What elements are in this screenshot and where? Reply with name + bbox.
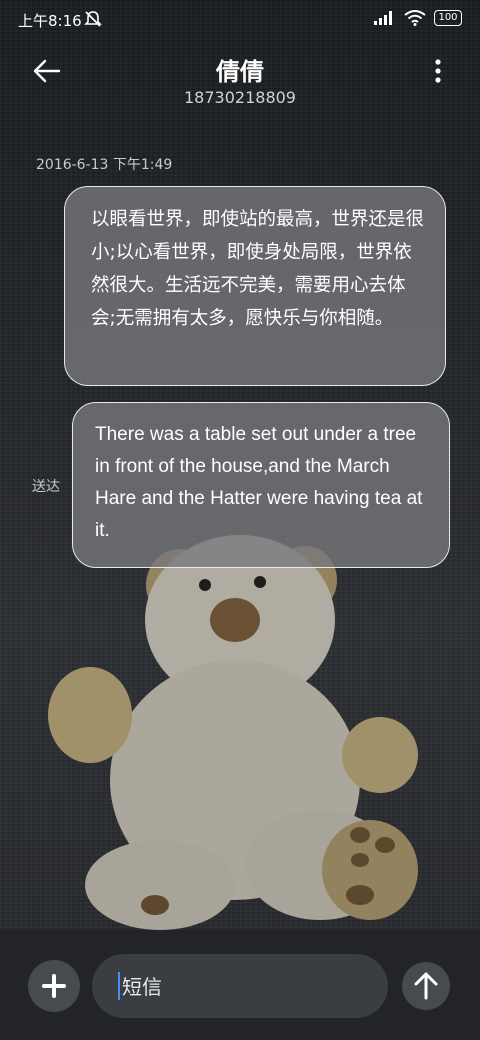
more-options-icon[interactable]	[432, 58, 444, 84]
signal-icon	[374, 11, 392, 25]
send-button[interactable]	[402, 962, 450, 1010]
message-bubble[interactable]: There was a table set out under a tree i…	[72, 402, 450, 568]
battery-icon: 100	[434, 10, 462, 26]
delivery-status: 送达	[32, 479, 60, 495]
compose-bar	[0, 930, 480, 1040]
contact-name: 倩倩	[216, 58, 264, 86]
conversation-header: 倩倩 18730218809	[0, 44, 480, 114]
add-attachment-button[interactable]	[28, 960, 80, 1012]
status-bar: 上午8:16 100	[0, 0, 480, 40]
wifi-icon	[404, 10, 426, 26]
message-bubble[interactable]: 以眼看世界，即使站的最高，世界还是很小;以心看世界，即使身处局限，世界依然很大。…	[64, 186, 446, 386]
mute-icon	[84, 11, 102, 27]
message-input-container[interactable]	[92, 954, 388, 1020]
contact-phone-number: 18730218809	[184, 88, 296, 107]
message-timestamp: 2016-6-13 下午1:49	[36, 157, 173, 173]
status-time: 上午8:16	[18, 12, 82, 30]
send-arrow-icon	[414, 972, 438, 1000]
status-right-group: 100	[374, 10, 462, 26]
message-input[interactable]	[120, 954, 374, 1020]
